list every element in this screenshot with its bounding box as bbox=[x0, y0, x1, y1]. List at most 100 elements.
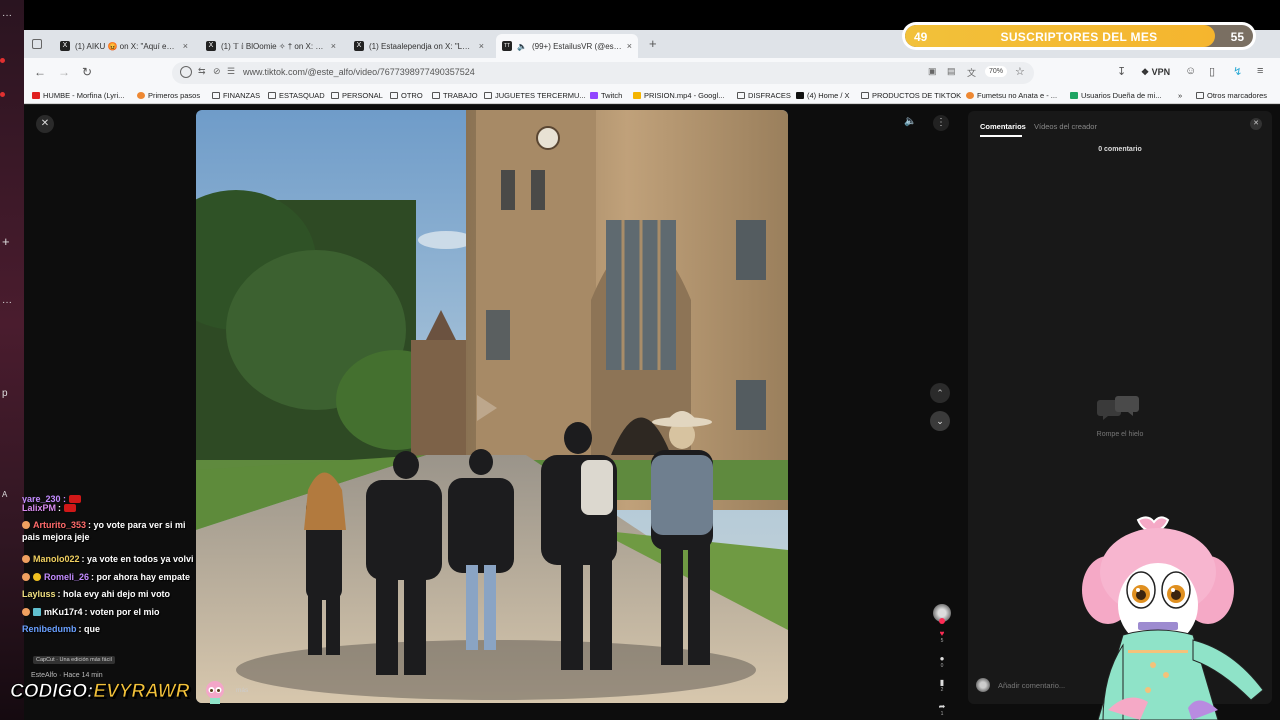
bookmark-label: Fumetsu no Anata e - ... bbox=[977, 91, 1058, 100]
address-bar[interactable]: ⇆ ⊘ ☰ www.tiktok.com/@este_alfo/video/76… bbox=[172, 62, 1034, 84]
x-favicon-icon: X bbox=[354, 41, 364, 51]
pip-icon[interactable]: ▤ bbox=[947, 66, 956, 77]
tracker-icon[interactable]: ⊘ bbox=[213, 66, 221, 77]
menu-icon[interactable]: ··· bbox=[2, 10, 12, 21]
url-text[interactable]: www.tiktok.com/@este_alfo/video/76773989… bbox=[243, 67, 475, 77]
chat-text: ya vote en todos ya volvi bbox=[87, 554, 194, 565]
extensions-icon[interactable]: ▯ bbox=[1209, 65, 1215, 78]
tab-title: (1) AIKU 😡 on X: "Aquí está m bbox=[75, 41, 178, 51]
save-button[interactable]: ▮ 2 bbox=[934, 678, 950, 693]
bookmark-item[interactable]: (4) Home / X bbox=[796, 91, 850, 100]
tab-creator-videos[interactable]: Vídeos del creador bbox=[1034, 122, 1097, 131]
chat-text: voten por el mio bbox=[90, 606, 160, 617]
bookmark-folder[interactable]: PERSONAL bbox=[331, 91, 383, 100]
workspaces-icon[interactable] bbox=[32, 39, 42, 49]
chat-badge-icon bbox=[22, 521, 30, 530]
creator-avatar[interactable] bbox=[933, 604, 951, 624]
site-info-icon[interactable] bbox=[180, 66, 192, 78]
bookmark-item[interactable]: Twitch bbox=[590, 91, 622, 100]
bookmark-folder[interactable]: TRABAJO bbox=[432, 91, 478, 100]
reload-icon[interactable]: ↻ bbox=[82, 65, 92, 79]
bookmark-star-icon[interactable]: ☆ bbox=[1015, 65, 1025, 78]
tab-3[interactable]: X (1) Estaalependja on X: "Le cam × bbox=[348, 34, 490, 58]
extension-bolt-icon[interactable]: ↯ bbox=[1233, 65, 1242, 78]
tab-title: (1) Estaalependja on X: "Le cam bbox=[369, 41, 474, 51]
close-tab-icon[interactable]: × bbox=[183, 41, 188, 51]
stream-screen: ··· + ··· p A X (1) AIKU 😡 on X: "Aquí e… bbox=[0, 0, 1280, 720]
bookmark-folder[interactable]: PRODUCTOS DE TIKTOK bbox=[861, 91, 961, 100]
tab-4-active[interactable]: TT 🔈 (99+) EstailusVR (@estailus × bbox=[496, 34, 638, 58]
tab-2[interactable]: X (1) 𝕋 𝕚 BlOomie ✧ † on X: "Int × bbox=[200, 34, 342, 58]
chat-message: LalixPM: bbox=[22, 502, 202, 519]
new-tab-button[interactable]: + bbox=[649, 36, 657, 51]
bookmark-folder[interactable]: FINANZAS bbox=[212, 91, 260, 100]
x-favicon-icon: X bbox=[60, 41, 70, 51]
bookmark-folder[interactable]: ESTASQUAD bbox=[268, 91, 325, 100]
bookmark-folder[interactable]: JUGUETES TERCERMU... bbox=[484, 91, 586, 100]
close-tab-icon[interactable]: × bbox=[331, 41, 336, 51]
bookmark-label: Primeros pasos bbox=[148, 91, 201, 100]
bookmark-item[interactable]: Fumetsu no Anata e - ... bbox=[966, 91, 1057, 100]
close-tab-icon[interactable]: × bbox=[627, 41, 632, 51]
bookmark-item[interactable]: PRISION.mp4 - Googl... bbox=[633, 91, 724, 100]
like-button[interactable]: ♥ 5 bbox=[934, 629, 950, 644]
close-video-button[interactable]: ✕ bbox=[36, 115, 54, 133]
close-tab-icon[interactable]: × bbox=[479, 41, 484, 51]
screenshot-icon[interactable]: ▣ bbox=[928, 66, 937, 77]
speaker-icon[interactable]: 🔈 bbox=[517, 42, 527, 51]
live-indicator-icon bbox=[0, 58, 5, 63]
more-options-icon[interactable]: ⋮ bbox=[933, 115, 949, 131]
bookmark-label: Twitch bbox=[601, 91, 623, 100]
chat-badge-icon bbox=[33, 607, 41, 616]
tab-comments[interactable]: Comentarios bbox=[980, 122, 1026, 131]
obs-side-panel: ··· + ··· p A bbox=[0, 0, 24, 720]
comment-button[interactable]: ● 0 bbox=[934, 654, 950, 669]
zoom-level[interactable]: 70% bbox=[985, 66, 1008, 77]
bookmark-label: TRABAJO bbox=[443, 91, 478, 100]
more-link[interactable]: más bbox=[236, 687, 248, 694]
vpn-button[interactable]: ❖ VPN bbox=[1141, 67, 1170, 78]
bookmark-item[interactable]: Usuarios Dueña de mi... bbox=[1070, 91, 1161, 100]
share-button[interactable]: ➦ 1 bbox=[934, 702, 950, 717]
bookmark-label: JUGUETES TERCERMU... bbox=[495, 91, 586, 100]
chat-username: mKu17r4 bbox=[44, 606, 83, 617]
translate-icon[interactable]: 文 bbox=[967, 66, 976, 79]
permissions-icon[interactable]: ⇆ bbox=[198, 66, 206, 77]
folder-icon bbox=[861, 92, 869, 99]
previous-video-button[interactable]: ⌃ bbox=[930, 383, 950, 403]
volume-icon[interactable]: 🔈 bbox=[904, 116, 916, 127]
vtuber-avatar bbox=[1082, 516, 1264, 720]
comment-placeholder[interactable]: Añadir comentario... bbox=[998, 681, 1065, 690]
video-author: EsteAlfo · Hace 14 min bbox=[31, 672, 103, 679]
video-player[interactable] bbox=[196, 110, 788, 703]
add-icon[interactable]: + bbox=[2, 234, 10, 249]
x-icon bbox=[796, 92, 804, 99]
close-comments-icon[interactable]: ✕ bbox=[1250, 118, 1262, 130]
toolbar: ← → ↻ ⇆ ⊘ ☰ www.tiktok.com/@este_alfo/vi… bbox=[24, 58, 1280, 88]
chat-username: Layluss bbox=[22, 589, 56, 600]
folder-icon bbox=[390, 92, 398, 99]
downloads-icon[interactable]: ↧ bbox=[1117, 65, 1126, 78]
folder-icon bbox=[268, 92, 276, 99]
play-icon[interactable] bbox=[477, 395, 497, 421]
emote-icon bbox=[63, 504, 76, 512]
chat-badge-icon bbox=[33, 572, 41, 581]
next-video-button[interactable]: ⌄ bbox=[930, 411, 950, 431]
bookmark-folder[interactable]: OTRO bbox=[390, 91, 423, 100]
back-icon[interactable]: ← bbox=[34, 65, 46, 79]
bookmarks-overflow-icon[interactable]: » bbox=[1178, 91, 1182, 100]
dots-icon[interactable]: ··· bbox=[2, 297, 12, 308]
tab-1[interactable]: X (1) AIKU 😡 on X: "Aquí está m × bbox=[54, 34, 194, 58]
reader-icon[interactable]: ☰ bbox=[227, 66, 235, 77]
forward-icon[interactable]: → bbox=[58, 65, 70, 79]
other-bookmarks[interactable]: Otros marcadores bbox=[1196, 91, 1267, 100]
bookmark-item[interactable]: HUMBE - Morfina (Lyri... bbox=[32, 91, 124, 100]
code-value: EVYRAWR bbox=[93, 681, 190, 703]
bookmark-item[interactable]: Primeros pasos bbox=[137, 91, 200, 100]
bookmark-label: PERSONAL bbox=[342, 91, 383, 100]
bookmark-folder[interactable]: DISFRACES bbox=[737, 91, 791, 100]
x-favicon-icon: X bbox=[206, 41, 216, 51]
comment-count-label: 0 comentario bbox=[1098, 146, 1142, 153]
app-menu-icon[interactable]: ≡ bbox=[1257, 65, 1263, 77]
account-icon[interactable]: ☺ bbox=[1185, 65, 1196, 77]
